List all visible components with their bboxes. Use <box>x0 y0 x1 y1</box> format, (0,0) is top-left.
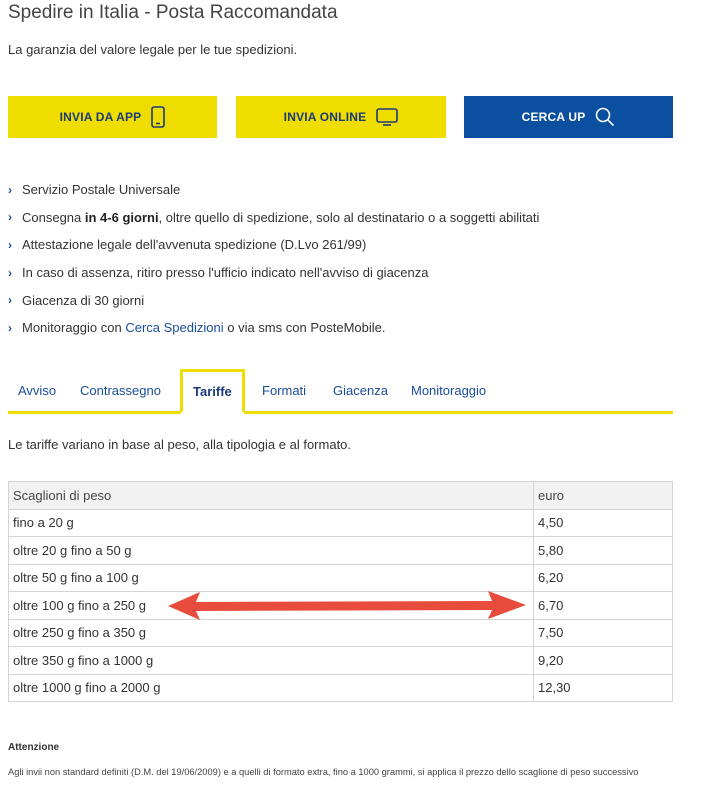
tab-avviso[interactable]: Avviso <box>18 369 56 411</box>
smartphone-icon <box>151 106 166 128</box>
feature-item: › Servizio Postale Universale <box>8 176 539 204</box>
feature-text-post: , oltre quello di spedizione, solo al de… <box>158 209 540 225</box>
table-row: oltre 350 g fino a 1000 g 9,20 <box>8 646 673 675</box>
feature-text: Attestazione legale dell'avvenuta spediz… <box>22 237 367 253</box>
table-header-row: Scaglioni di peso euro <box>8 481 673 510</box>
delivery-time: in 4-6 giorni <box>84 209 159 225</box>
search-post-office-button[interactable]: CERCA UP <box>464 96 673 138</box>
feature-text: Giacenza di 30 giorni <box>22 292 145 308</box>
price-cell: 5,80 <box>533 536 673 565</box>
page-subtitle: La garanzia del valore legale per le tue… <box>8 42 298 57</box>
feature-item: › Giacenza di 30 giorni <box>8 286 539 314</box>
track-shipments-link[interactable]: Cerca Spedizioni <box>125 320 223 335</box>
price-cell: 6,20 <box>533 563 673 592</box>
weight-cell: oltre 350 g fino a 1000 g <box>8 646 534 675</box>
double-arrow-annotation <box>168 591 526 620</box>
feature-item: › In caso di assenza, ritiro presso l'uf… <box>8 259 539 287</box>
feature-item: › Attestazione legale dell'avvenuta sped… <box>8 231 539 259</box>
send-from-app-label: INVIA DA APP <box>59 110 142 124</box>
tab-tariffe[interactable]: Tariffe <box>180 369 245 414</box>
price-cell: 4,50 <box>533 508 673 537</box>
price-cell: 12,30 <box>533 673 673 702</box>
feature-item: › Monitoraggio con Cerca Spedizioni o vi… <box>8 314 539 342</box>
weight-cell: fino a 20 g <box>8 508 534 537</box>
feature-text-pre: Monitoraggio con <box>22 320 126 336</box>
tab-monitoraggio[interactable]: Monitoraggio <box>411 369 486 411</box>
chevron-right-icon: › <box>8 320 12 335</box>
send-from-app-button[interactable]: INVIA DA APP <box>8 96 217 138</box>
weight-cell: oltre 20 g fino a 50 g <box>8 536 534 565</box>
attention-text: Agli invii non standard definiti (D.M. d… <box>8 767 639 777</box>
chevron-right-icon: › <box>8 182 12 197</box>
tariff-intro: Le tariffe variano in base al peso, alla… <box>8 437 352 452</box>
send-online-button[interactable]: INVIA ONLINE <box>236 96 446 138</box>
table-row: oltre 1000 g fino a 2000 g 12,30 <box>8 673 673 702</box>
chevron-right-icon: › <box>8 210 12 225</box>
feature-text: Servizio Postale Universale <box>22 182 181 198</box>
tab-formati[interactable]: Formati <box>262 369 306 411</box>
tab-giacenza[interactable]: Giacenza <box>333 369 388 411</box>
search-post-office-label: CERCA UP <box>521 110 586 124</box>
column-header-weight: Scaglioni di peso <box>8 481 534 510</box>
chevron-right-icon: › <box>8 265 12 280</box>
table-row: oltre 20 g fino a 50 g 5,80 <box>8 536 673 565</box>
tab-contrassegno[interactable]: Contrassegno <box>80 369 161 411</box>
feature-text-pre: Consegna <box>22 209 85 225</box>
tab-bar: Avviso Contrassegno Tariffe Formati Giac… <box>8 369 673 414</box>
table-row: fino a 20 g 4,50 <box>8 508 673 537</box>
price-cell: 7,50 <box>533 618 673 647</box>
search-icon <box>595 107 615 127</box>
price-cell: 6,70 <box>533 591 673 620</box>
feature-item: › Consegna in 4-6 giorni, oltre quello d… <box>8 204 539 232</box>
column-header-price: euro <box>533 481 673 510</box>
feature-list: › Servizio Postale Universale › Consegna… <box>8 176 539 342</box>
monitor-icon <box>376 108 399 126</box>
page-title: Spedire in Italia - Posta Raccomandata <box>8 2 338 23</box>
feature-text: In caso di assenza, ritiro presso l'uffi… <box>22 265 429 281</box>
weight-cell: oltre 1000 g fino a 2000 g <box>8 673 534 702</box>
price-cell: 9,20 <box>533 646 673 675</box>
feature-text-post: o via sms con PosteMobile. <box>223 320 386 336</box>
chevron-right-icon: › <box>8 237 12 252</box>
chevron-right-icon: › <box>8 293 12 308</box>
attention-title: Attenzione <box>8 742 60 753</box>
send-online-label: INVIA ONLINE <box>283 110 367 124</box>
